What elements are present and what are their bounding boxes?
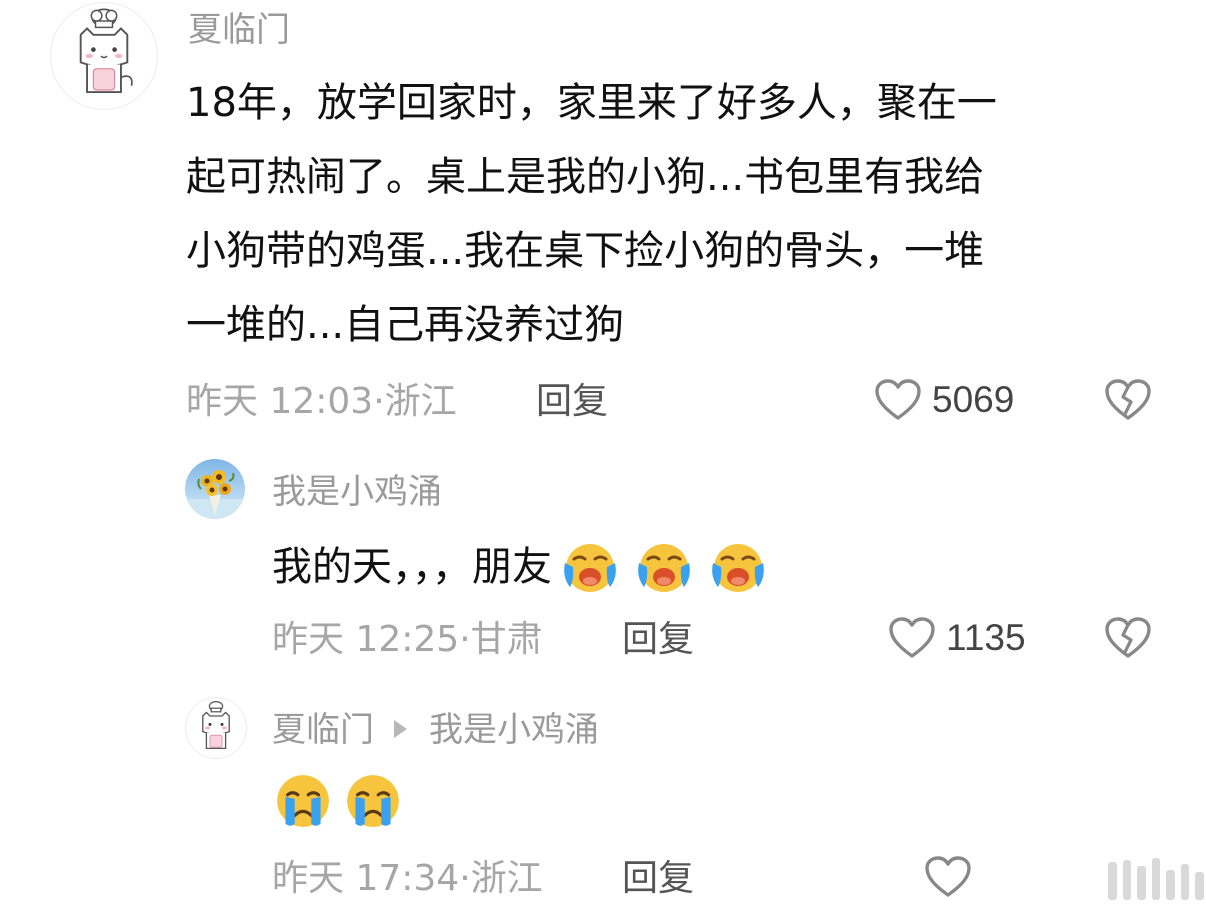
meta-separator: · [373, 381, 385, 422]
comment-text-body: 我的天，，，朋友 [272, 544, 552, 590]
comment-text-line: 一堆的...自己再没养过狗 [186, 302, 625, 348]
comment-text-line: 18年，放学回家时，家里来了好多人，聚在一 [186, 80, 997, 126]
comment-text [272, 770, 404, 832]
crying-face-icon [342, 770, 404, 832]
comment-location: 甘肃 [470, 619, 543, 660]
comment-text: 18年，放学回家时，家里来了好多人，聚在一 起可热闹了。桌上是我的小狗...书包… [186, 66, 997, 362]
loudly-crying-face-icon [560, 537, 620, 597]
avatar[interactable] [185, 459, 245, 519]
comment-meta: 昨天 17:34·浙江 [272, 857, 543, 901]
reply-button[interactable]: 回复 [536, 380, 608, 424]
comment-time: 昨天 12:03 [186, 381, 374, 422]
crying-face-icon [272, 770, 334, 832]
comment-location: 浙江 [384, 381, 457, 422]
like-button[interactable] [924, 855, 982, 899]
comment-meta: 昨天 12:03·浙江 [186, 380, 457, 424]
loudly-crying-face-icon [708, 537, 768, 597]
reply-to-username[interactable]: 我是小鸡涌 [429, 710, 599, 750]
avatar[interactable] [185, 697, 247, 759]
comment-meta: 昨天 12:25·甘肃 [272, 618, 543, 662]
comment-username[interactable]: 夏临门 [272, 710, 374, 750]
comment-location: 浙江 [470, 858, 543, 899]
reply-to-arrow-icon [394, 719, 407, 738]
comment-text-line: 起可热闹了。桌上是我的小狗...书包里有我给 [186, 154, 985, 200]
watermark-overlay [1108, 856, 1205, 900]
loudly-crying-face-icon [634, 537, 694, 597]
broken-heart-icon[interactable] [1104, 616, 1152, 660]
heart-icon [924, 855, 972, 899]
like-count: 1135 [946, 617, 1026, 658]
heart-icon [874, 378, 922, 422]
broken-heart-icon[interactable] [1104, 378, 1152, 422]
avatar[interactable] [50, 2, 158, 110]
comment-time: 昨天 17:34 [272, 858, 460, 899]
comment-username[interactable]: 夏临门 [188, 10, 290, 50]
reply-header: 夏临门 我是小鸡涌 [272, 710, 599, 750]
meta-separator: · [459, 619, 471, 660]
comment-text-line: 小狗带的鸡蛋...我在桌下捡小狗的骨头，一堆 [186, 228, 985, 274]
reply-button[interactable]: 回复 [622, 618, 694, 662]
like-count: 5069 [932, 379, 1015, 420]
like-button[interactable]: 1135 [888, 616, 1026, 660]
comment-username[interactable]: 我是小鸡涌 [272, 472, 442, 512]
like-button[interactable]: 5069 [874, 378, 1014, 422]
heart-icon [888, 616, 936, 660]
meta-separator: · [459, 858, 471, 899]
comment-time: 昨天 12:25 [272, 619, 460, 660]
comment-text: 我的天，，，朋友 [272, 530, 768, 602]
reply-button[interactable]: 回复 [622, 857, 694, 901]
